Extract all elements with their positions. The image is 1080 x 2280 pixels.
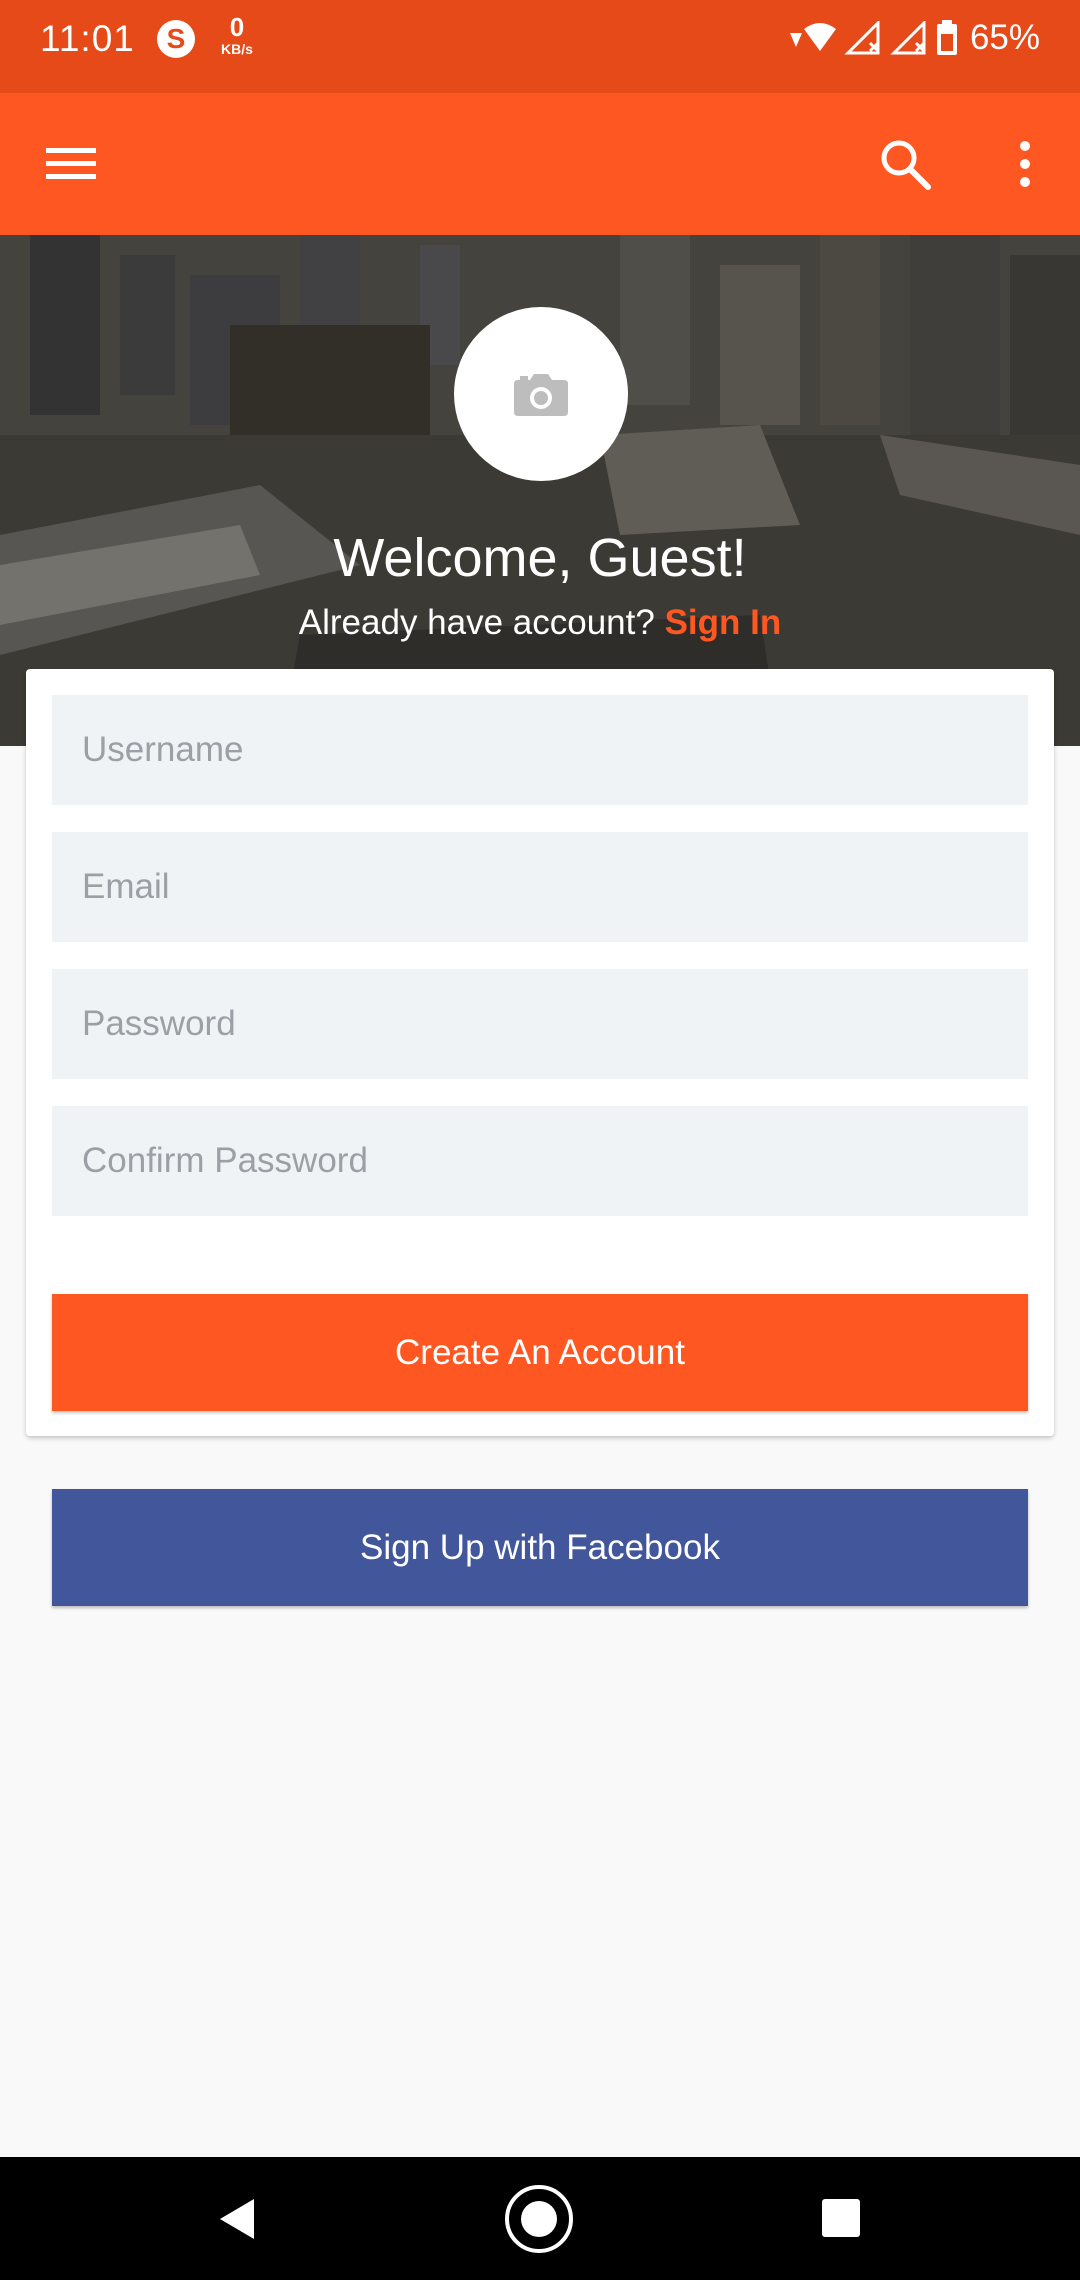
status-bar: 11:01 S 0 KB/s 65% [0,0,1080,93]
app-bar [0,93,1080,235]
password-input[interactable] [52,969,1028,1079]
create-account-button[interactable]: Create An Account [52,1294,1028,1411]
username-input[interactable] [52,695,1028,805]
avatar-upload[interactable] [454,307,628,481]
more-vert-icon[interactable] [1010,137,1040,191]
status-time: 11:01 [40,18,135,59]
signal-icon [890,21,926,55]
home-icon[interactable] [503,2183,575,2255]
wifi-icon [789,23,836,51]
email-input[interactable] [52,832,1028,942]
confirm-password-input[interactable] [52,1106,1028,1216]
signin-prompt-text: Already have account? [298,603,655,642]
signal-icon [844,21,880,55]
recents-icon[interactable] [822,2199,860,2237]
sign-in-link[interactable]: Sign In [665,603,782,642]
signin-prompt: Already have account? Sign In [0,603,1080,643]
back-icon[interactable] [216,2197,258,2241]
battery-icon [936,20,957,55]
welcome-title: Welcome, Guest! [333,528,747,588]
facebook-signup-button[interactable]: Sign Up with Facebook [52,1489,1028,1606]
network-speed-unit: KB/s [221,41,253,57]
network-speed: 0 KB/s [212,14,262,56]
skype-icon: S [157,20,195,58]
search-icon[interactable] [878,137,932,191]
system-nav-bar [0,2157,1080,2280]
registration-form-card: Create An Account [26,669,1054,1436]
battery-percent: 65% [969,18,1040,57]
menu-icon[interactable] [46,139,96,189]
camera-icon [514,374,568,416]
status-icons: 65% [786,18,1040,58]
network-speed-value: 0 [229,12,245,42]
